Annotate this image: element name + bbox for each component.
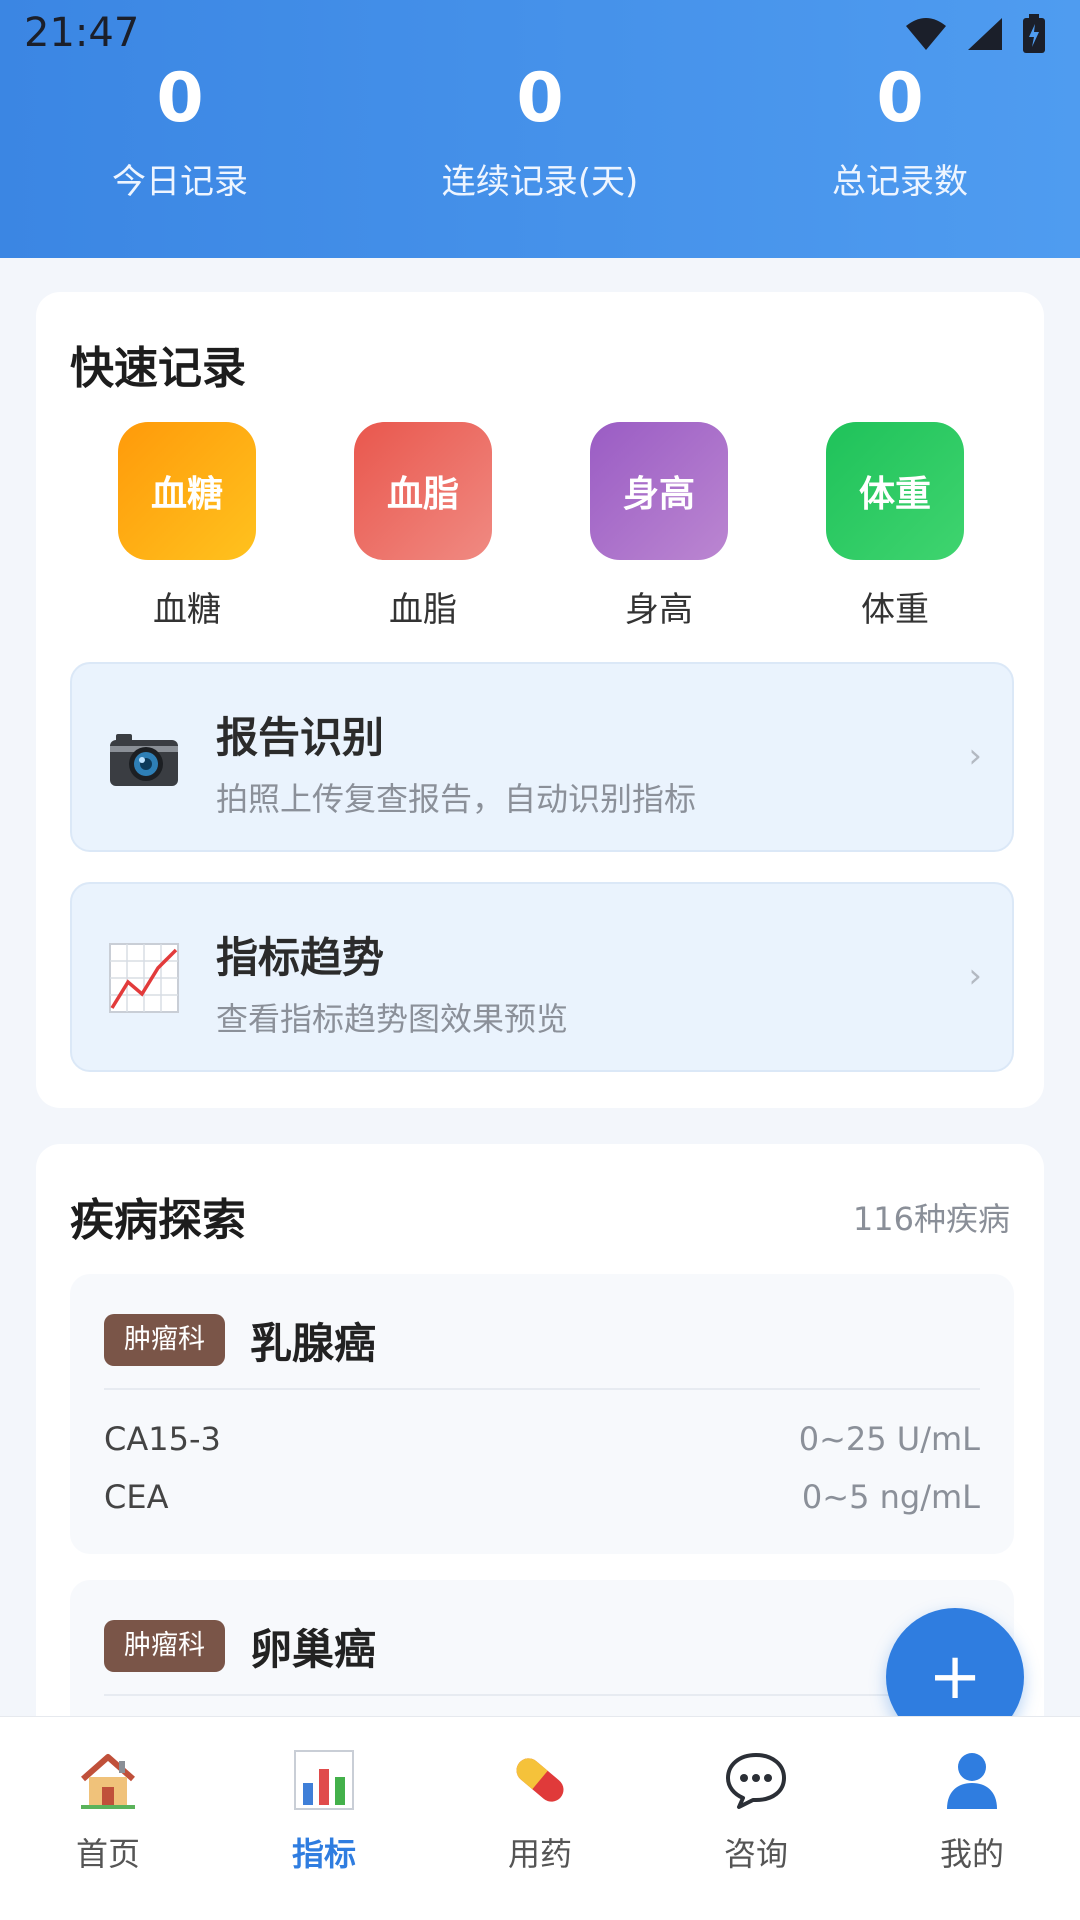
pill-icon [516,1758,564,1802]
quick-label: 血脂 [389,590,457,630]
chat-bubble-icon [726,1753,786,1809]
quick-tile: 身高 [590,422,728,560]
stats-header: 21:47 0 今日记录 0 连续记录(天) 0 总记录数 [0,0,1080,258]
stat-value: 0 [876,59,924,138]
stat-value: 0 [516,59,564,138]
home-icon [81,1754,135,1809]
quick-tile: 体重 [826,422,964,560]
bar-chart-icon [294,1750,354,1810]
nav-item-consult[interactable]: 咨询 [648,1717,864,1920]
stat-value: 0 [156,59,204,138]
user-icon [947,1753,997,1809]
metric-range: 0~5 ng/mL [801,1478,980,1516]
nav-label: 我的 [939,1835,1004,1873]
stat-streak[interactable]: 0 连续记录(天) [360,54,720,203]
chevron-right-icon: › [968,736,982,776]
quick-tile: 血糖 [118,422,256,560]
disease-count[interactable]: 116种疾病 [853,1194,1010,1240]
status-time: 21:47 [24,10,140,56]
disease-name: 卵巢癌 [250,1625,377,1674]
stat-label: 总记录数 [832,162,968,202]
report-recognition-entry[interactable]: 报告识别 拍照上传复查报告，自动识别指标 › [70,662,1014,852]
quick-item-blood-lipid[interactable]: 血脂 血脂 [323,422,523,631]
quick-record-grid: 血糖 血糖 血脂 血脂 身高 身高 体重 体重 [36,422,1044,630]
battery-icon [1023,14,1045,53]
stat-today[interactable]: 0 今日记录 [0,54,360,203]
divider [104,1694,980,1696]
quick-label: 血糖 [153,590,221,630]
metric-row: CEA 0~5 ng/mL [104,1478,980,1528]
feature-subtitle: 查看指标趋势图效果预览 [216,1000,569,1038]
feature-title: 指标趋势 [216,933,385,982]
trend-entry[interactable]: 指标趋势 查看指标趋势图效果预览 › [70,882,1014,1072]
nav-label: 指标 [291,1835,356,1873]
nav-item-medication[interactable]: 用药 [432,1717,648,1920]
status-icons [904,14,1046,54]
wifi-icon [906,18,946,50]
quick-tile: 血脂 [354,422,492,560]
trend-chart-icon [109,943,179,1013]
feature-title: 报告识别 [216,713,385,762]
quick-label: 身高 [625,590,693,630]
metric-row: CA15-3 0~25 U/mL [104,1420,980,1470]
metric-name: CA15-3 [104,1420,221,1458]
chevron-right-icon: › [968,956,982,996]
stat-total[interactable]: 0 总记录数 [720,54,1080,203]
section-title: 快速记录 [70,343,246,394]
quick-label: 体重 [861,590,929,630]
stat-label: 今日记录 [112,162,248,202]
nav-item-metrics[interactable]: 指标 [216,1717,432,1920]
divider [104,1388,980,1390]
department-tag: 肿瘤科 [104,1620,225,1672]
nav-item-home[interactable]: 首页 [0,1717,216,1920]
section-title: 疾病探索 [70,1195,246,1246]
metric-range: 0~25 U/mL [798,1420,980,1458]
metric-name: CEA [104,1478,169,1516]
nav-item-profile[interactable]: 我的 [864,1717,1080,1920]
stats-row: 0 今日记录 0 连续记录(天) 0 总记录数 [0,54,1080,203]
nav-label: 咨询 [723,1835,788,1873]
nav-label: 首页 [75,1835,140,1873]
stat-label: 连续记录(天) [441,162,639,202]
quick-record-card: 快速记录 血糖 血糖 血脂 血脂 身高 身高 体重 体重 报告识别 拍照上传复查… [36,292,1044,1108]
quick-item-blood-sugar[interactable]: 血糖 血糖 [87,422,287,631]
quick-item-weight[interactable]: 体重 体重 [795,422,995,631]
quick-item-height[interactable]: 身高 身高 [559,422,759,631]
department-tag: 肿瘤科 [104,1314,225,1366]
signal-icon [968,18,1002,50]
disease-name: 乳腺癌 [250,1319,377,1368]
feature-subtitle: 拍照上传复查报告，自动识别指标 [216,780,697,818]
disease-item-breast-cancer[interactable]: 肿瘤科 乳腺癌 CA15-3 0~25 U/mL CEA 0~5 ng/mL [70,1274,1014,1554]
camera-icon [110,734,178,786]
bottom-nav: 首页 指标 用药 咨询 我的 [0,1716,1080,1920]
nav-label: 用药 [507,1835,572,1873]
